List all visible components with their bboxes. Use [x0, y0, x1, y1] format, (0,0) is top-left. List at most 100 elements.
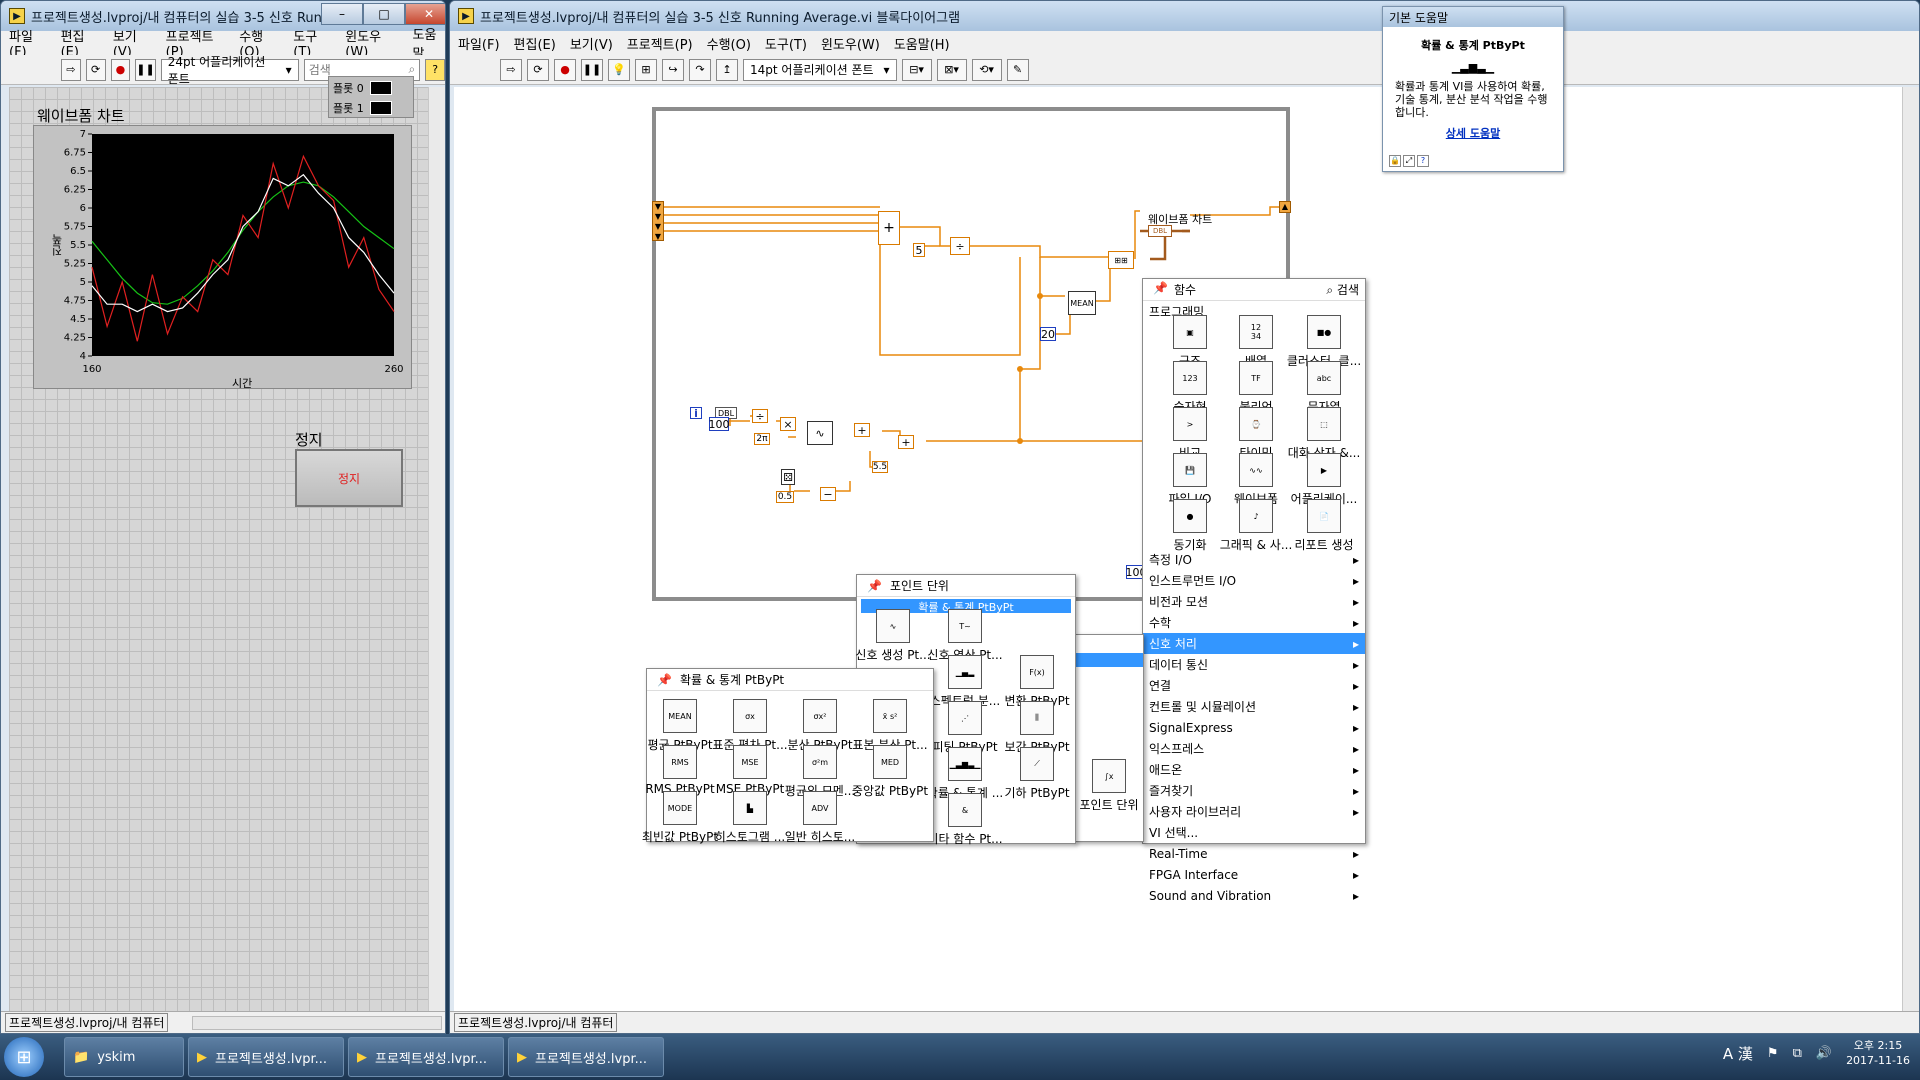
palette-item-geometry[interactable]: ⟋ 기하 PtByPt — [1001, 747, 1073, 801]
chevron-right-icon: ▸ — [1352, 699, 1359, 714]
ime-indicator[interactable]: A 漢 — [1723, 1043, 1753, 1064]
flyout-selected-row[interactable] — [1075, 653, 1143, 667]
array-icon: 12 34 — [1239, 315, 1273, 349]
front-panel-vscrollbar[interactable] — [428, 87, 445, 1011]
shift-register-left[interactable]: ▼ ▼ ▼ ▼ — [652, 201, 664, 241]
subtract-node[interactable]: − — [820, 487, 836, 501]
category-item[interactable]: 즐겨찾기 ▸ — [1143, 780, 1365, 801]
chevron-right-icon: ▸ — [1352, 657, 1359, 672]
const-5[interactable]: 5 — [913, 243, 925, 257]
stop-button[interactable]: 정지 — [295, 449, 403, 507]
pin-icon[interactable]: 📌 — [1153, 281, 1168, 298]
run-continuous-icon[interactable]: ⟳ — [85, 58, 106, 81]
help-question-icon[interactable]: ? — [1417, 155, 1429, 167]
palette-item-general-histogram[interactable]: ADV 일반 히스토... — [783, 791, 857, 845]
build-array-node[interactable]: ⊞⊞ — [1108, 251, 1134, 269]
category-label: 측정 I/O — [1149, 553, 1192, 567]
hscrollbar[interactable] — [192, 1015, 443, 1030]
const-0-5[interactable]: 0.5 — [776, 491, 794, 503]
y-tick-label: 5.5 — [70, 240, 86, 251]
functions-palette-header[interactable]: 📌 함수 ⌕ 검색 — [1143, 279, 1365, 301]
palette-item-mse[interactable]: MSE MSE PtByPt — [713, 745, 787, 796]
const-100[interactable]: 100 — [709, 417, 730, 431]
category-item[interactable]: 수학 ▸ — [1143, 612, 1365, 633]
clock-time: 오후 2:15 — [1853, 1039, 1903, 1052]
compound-add-node[interactable]: + — [878, 211, 900, 245]
y-tick-label: 4.75 — [64, 296, 86, 307]
volume-icon[interactable]: 🔊 — [1816, 1046, 1832, 1061]
taskbar-item-labview-3[interactable]: ▶ 프로젝트생성.lvpr... — [508, 1037, 664, 1077]
palette-item-signal-gen[interactable]: ∿ 신호 생성 Pt... — [855, 609, 931, 663]
lock-icon[interactable]: 🔒 — [1389, 155, 1401, 167]
pin-icon[interactable]: 📌 — [657, 673, 672, 687]
labview-icon: ▶ — [197, 1049, 207, 1065]
iteration-terminal[interactable]: i — [690, 407, 702, 420]
taskbar-item-explorer[interactable]: 📁 yskim — [64, 1037, 184, 1077]
palette-item-misc[interactable]: & 기타 함수 Pt... — [927, 793, 1003, 847]
stats-palette-header[interactable]: 📌 확률 & 통계 PtByPt — [647, 669, 933, 691]
category-item[interactable]: 인스트루먼트 I/O ▸ — [1143, 570, 1365, 591]
detail-toggle-icon[interactable]: ⤢ — [1403, 155, 1415, 167]
font-select[interactable]: 24pt 어플리케이션 폰트 ▾ — [160, 55, 299, 86]
const-20[interactable]: 20 — [1040, 327, 1056, 341]
category-item[interactable]: 비전과 모션 ▸ — [1143, 591, 1365, 612]
add-node-2[interactable]: + — [898, 435, 914, 449]
shift-register-right[interactable]: ▲ — [1279, 201, 1291, 213]
multiply-node[interactable]: × — [780, 417, 796, 431]
divide-node-2[interactable]: ÷ — [752, 409, 768, 423]
category-item[interactable]: 애드온 ▸ — [1143, 759, 1365, 780]
category-label: 연결 — [1149, 679, 1172, 693]
maximize-button[interactable]: □ — [363, 3, 405, 25]
chevron-right-icon: ▸ — [1352, 804, 1359, 819]
category-item-selected[interactable]: 신호 처리 ▸ — [1143, 633, 1365, 654]
category-item[interactable]: 측정 I/O ▸ — [1143, 549, 1365, 570]
legend-plot0-swatch[interactable] — [369, 81, 392, 95]
pointbypoint-header[interactable]: 📌 포인트 단위 — [857, 575, 1075, 597]
palette-item-mode[interactable]: MODE 최빈값 PtByPt — [642, 791, 718, 845]
minimize-button[interactable]: – — [321, 3, 363, 25]
category-item[interactable]: Sound and Vibration ▸ — [1143, 885, 1365, 906]
category-item[interactable]: 데이터 통신 ▸ — [1143, 654, 1365, 675]
const-5-5[interactable]: 5.5 — [872, 461, 888, 473]
category-item[interactable]: 연결 ▸ — [1143, 675, 1365, 696]
stats-palette-title: 확률 & 통계 PtByPt — [679, 673, 785, 687]
category-item[interactable]: 컨트롤 및 시뮬레이션 ▸ — [1143, 696, 1365, 717]
legend-item: 플롯 0 — [329, 77, 413, 99]
divide-node[interactable]: ÷ — [950, 237, 970, 255]
mean-subvi[interactable]: MEAN — [1068, 291, 1096, 315]
category-item[interactable]: FPGA Interface ▸ — [1143, 864, 1365, 885]
category-item[interactable]: 사용자 라이브러리 ▸ — [1143, 801, 1365, 822]
palette-item-rms[interactable]: RMS RMS PtByPt — [643, 745, 717, 796]
chevron-right-icon: ▸ — [1352, 783, 1359, 798]
palette-search-button[interactable]: ⌕ 검색 — [1326, 281, 1359, 298]
sine-node[interactable]: ∿ — [807, 421, 833, 445]
start-button[interactable]: ⊞ — [4, 1037, 44, 1077]
add-node[interactable]: + — [854, 423, 870, 437]
network-icon[interactable]: ⧉ — [1793, 1046, 1802, 1061]
clock[interactable]: 오후 2:15 2017-11-16 — [1846, 1038, 1910, 1068]
category-item[interactable]: VI 선택... — [1143, 822, 1365, 843]
flag-icon[interactable]: ⚑ — [1767, 1046, 1779, 1061]
pin-icon[interactable]: 📌 — [867, 579, 882, 593]
y-tick-label: 4 — [80, 351, 86, 362]
help-icon[interactable]: ? — [425, 58, 445, 81]
const-2pi[interactable]: 2π — [754, 433, 770, 445]
waveform-chart[interactable]: 4 4.25 4.5 4.75 5 5.25 5.5 5.75 6 6.25 6.5 6.75 7 16… — [34, 126, 413, 390]
palette-item-median[interactable]: MED 중앙값 PtByPt — [852, 745, 928, 799]
category-item[interactable]: SignalExpress ▸ — [1143, 717, 1365, 738]
taskbar-item-labview-2[interactable]: ▶ 프로젝트생성.lvpr... — [348, 1037, 504, 1077]
help-titlebar[interactable]: 기본 도움말 — [1383, 7, 1563, 27]
abort-icon[interactable]: ● — [110, 58, 131, 81]
palette-item-pointbypoint[interactable]: ∫x 포인트 단위 — [1075, 759, 1143, 813]
close-button[interactable]: ✕ — [405, 3, 445, 25]
pause-icon[interactable]: ❚❚ — [135, 58, 156, 81]
category-item[interactable]: Real-Time ▸ — [1143, 843, 1365, 864]
taskbar-item-labview-1[interactable]: ▶ 프로젝트생성.lvpr... — [188, 1037, 344, 1077]
run-arrow-icon[interactable]: ⇨ — [61, 58, 81, 81]
help-detail-link[interactable]: 상세 도움말 — [1383, 125, 1563, 141]
category-item[interactable]: 익스프레스 ▸ — [1143, 738, 1365, 759]
palette-item-report[interactable]: 📄 리포트 생성 — [1281, 499, 1367, 553]
random-number-node[interactable]: ⚄ — [781, 469, 795, 485]
palette-item-histogram[interactable]: ▙ 히스토그램 ... — [713, 791, 787, 845]
legend-plot1-swatch[interactable] — [369, 101, 392, 115]
